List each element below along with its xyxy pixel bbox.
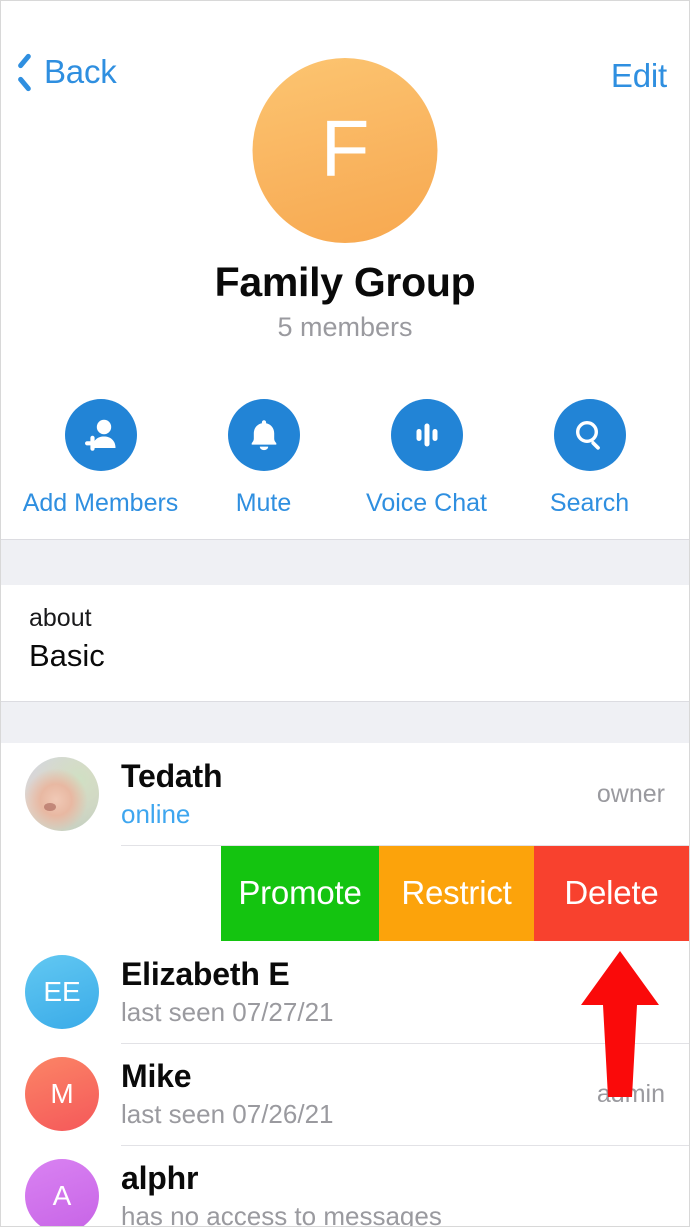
section-divider-top <box>1 539 689 587</box>
avatar <box>25 757 99 831</box>
member-name: Tedath <box>121 757 223 794</box>
member-role-badge: admin <box>596 1079 665 1108</box>
group-member-count: 5 members <box>277 312 413 342</box>
edit-button[interactable]: Edit <box>611 57 667 95</box>
group-title: Family Group <box>214 259 476 305</box>
mute-label: Mute <box>235 489 292 517</box>
member-info: Mike last seen 07/26/21 <box>121 1058 597 1131</box>
add-members-label: Add Members <box>22 489 179 517</box>
telegram-group-info-screen: Back Edit F Family Group 5 members Add M… <box>0 0 690 1227</box>
member-row-mike[interactable]: M Mike last seen 07/26/21 admin <box>1 1043 689 1145</box>
avatar: M <box>25 1057 99 1131</box>
mute-button-circle <box>227 399 300 471</box>
swipe-action-row: Promote Restrict Delete <box>1 845 689 941</box>
group-avatar-letter: F <box>320 103 370 193</box>
search-icon <box>575 420 600 450</box>
voice-chat-label: Voice Chat <box>366 489 487 517</box>
member-info: Tedath online <box>121 758 597 831</box>
avatar-initials: M <box>50 1078 74 1109</box>
add-members-button[interactable]: Add Members <box>23 399 178 518</box>
voice-chat-button-circle <box>390 399 463 471</box>
member-status: last seen 07/27/21 <box>121 997 334 1028</box>
member-list: Tedath online owner Promote Restrict Del… <box>1 743 689 1226</box>
about-value: Basic <box>29 638 105 674</box>
member-row-elizabeth-e[interactable]: EE Elizabeth E last seen 07/27/21 <box>1 941 689 1043</box>
member-status: last seen 07/26/21 <box>121 1099 334 1130</box>
about-section[interactable]: about Basic <box>1 585 689 701</box>
avatar-initials: A <box>52 1180 72 1211</box>
swipe-row-spacer <box>1 845 221 941</box>
member-name: Elizabeth E <box>121 955 290 992</box>
member-row-tedath[interactable]: Tedath online owner <box>1 743 689 845</box>
about-caption: about <box>29 604 92 632</box>
member-status: has no access to messages <box>121 1201 442 1227</box>
member-role-badge: owner <box>596 779 665 808</box>
avatar: A <box>25 1159 99 1226</box>
action-button-row: Add Members Mute Voice Chat Search <box>1 399 689 518</box>
member-row-alphr[interactable]: A alphr has no access to messages <box>1 1145 689 1227</box>
back-button[interactable]: Back <box>15 53 117 91</box>
section-divider-middle <box>1 701 689 745</box>
chevron-left-icon <box>15 55 35 89</box>
mute-button[interactable]: Mute <box>194 399 334 518</box>
add-members-button-circle <box>64 399 137 471</box>
search-label: Search <box>549 489 630 517</box>
waveform-icon <box>416 423 437 447</box>
voice-chat-button[interactable]: Voice Chat <box>357 399 497 518</box>
member-info: Elizabeth E last seen 07/27/21 <box>121 956 665 1029</box>
member-name: alphr <box>121 1159 199 1196</box>
bell-icon <box>251 420 276 451</box>
promote-button[interactable]: Promote <box>221 845 379 941</box>
restrict-button[interactable]: Restrict <box>379 845 534 941</box>
search-button-circle <box>553 399 626 471</box>
avatar: EE <box>25 955 99 1029</box>
search-button[interactable]: Search <box>520 399 660 518</box>
delete-button[interactable]: Delete <box>534 845 689 941</box>
back-button-label: Back <box>44 53 117 90</box>
member-status: online <box>121 799 191 830</box>
group-avatar[interactable]: F <box>252 58 438 243</box>
member-name: Mike <box>121 1057 192 1094</box>
avatar-initials: EE <box>43 976 81 1007</box>
member-info: alphr has no access to messages <box>121 1159 665 1227</box>
add-person-icon <box>84 419 115 451</box>
